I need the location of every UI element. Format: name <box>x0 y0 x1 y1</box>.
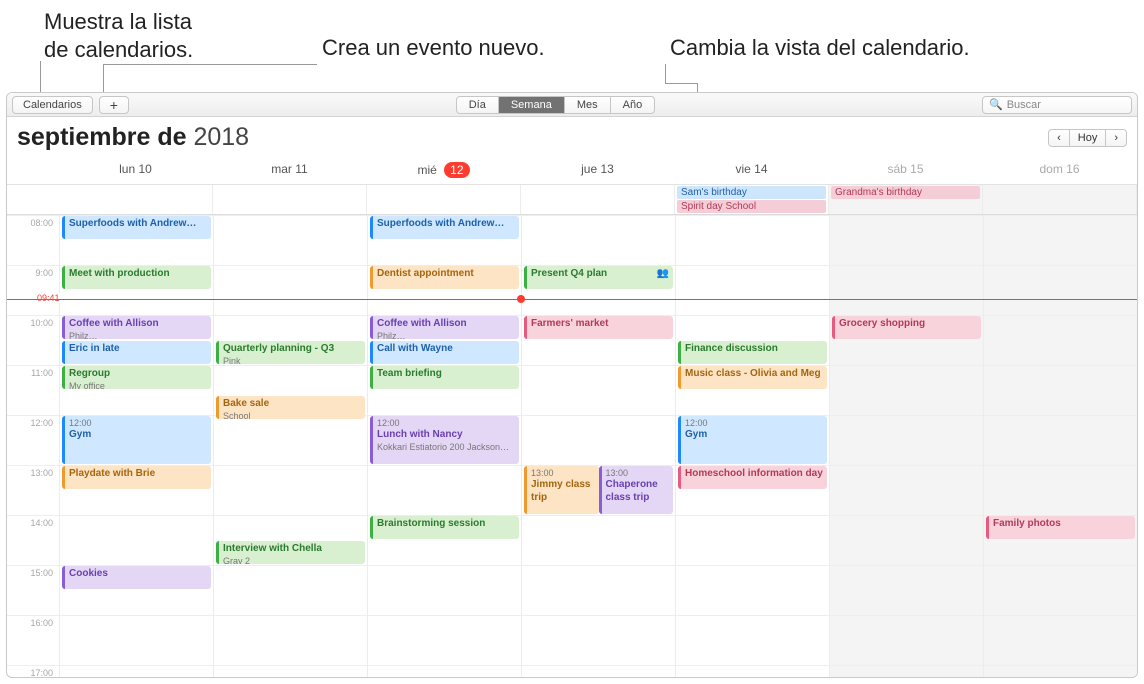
nav-seg: ‹ Hoy › <box>1048 129 1127 147</box>
callout-change-view: Cambia la vista del calendario. <box>670 34 970 62</box>
day-column[interactable]: Superfoods with Andrew… Dentist appointme… <box>367 215 521 677</box>
event[interactable]: Grocery shopping <box>832 316 981 339</box>
day-header: dom 16 <box>983 156 1137 184</box>
hour-label: 08:00 <box>7 215 59 265</box>
day-header: lun 10 <box>59 156 213 184</box>
week-grid[interactable]: 08:009:0010:0011:0012:0013:0014:0015:001… <box>7 215 1137 677</box>
hour-label: 14:00 <box>7 515 59 565</box>
toolbar: Calendarios + Día Semana Mes Año 🔍 Busca… <box>7 93 1137 117</box>
prev-button[interactable]: ‹ <box>1049 130 1070 146</box>
event[interactable]: Superfoods with Andrew… <box>62 216 211 239</box>
event[interactable]: Interview with ChellaGray 2 <box>216 541 365 564</box>
event[interactable]: Present Q4 plan 👥 <box>524 266 673 289</box>
event[interactable]: Playdate with Brie <box>62 466 211 489</box>
today-button[interactable]: Hoy <box>1070 130 1107 146</box>
search-placeholder: Buscar <box>1007 99 1041 111</box>
event[interactable]: Finance discussion <box>678 341 827 364</box>
header-bar: septiembre de 2018 ‹ Hoy › <box>7 117 1137 156</box>
day-header: mié 12 <box>367 156 521 184</box>
day-column[interactable]: Quarterly planning - Q3Pink Bake saleScho… <box>213 215 367 677</box>
view-year-button[interactable]: Año <box>611 97 655 113</box>
event[interactable]: Meet with production <box>62 266 211 289</box>
event[interactable]: Superfoods with Andrew… <box>370 216 519 239</box>
allday-event[interactable]: Spirit day School <box>677 200 826 213</box>
allday-col <box>213 185 367 214</box>
allday-row: Sam's birthdaySpirit day SchoolGrandma's… <box>7 185 1137 215</box>
allday-col <box>59 185 213 214</box>
hour-label: 13:00 <box>7 465 59 515</box>
title-month: septiembre de <box>17 123 187 151</box>
calendars-button[interactable]: Calendarios <box>12 96 93 114</box>
event[interactable]: Coffee with AllisonPhilz… <box>62 316 211 339</box>
event[interactable]: 13:00Jimmy class trip <box>524 466 599 514</box>
day-column[interactable]: Present Q4 plan 👥 Farmers' market 13:00Jim… <box>521 215 675 677</box>
day-column[interactable]: Family photos <box>983 215 1137 677</box>
event[interactable]: Dentist appointment <box>370 266 519 289</box>
event[interactable]: RegroupMy office <box>62 366 211 389</box>
next-button[interactable]: › <box>1106 130 1126 146</box>
hour-label: 12:00 <box>7 415 59 465</box>
add-event-button[interactable]: + <box>99 96 129 114</box>
event[interactable]: Farmers' market <box>524 316 673 339</box>
today-badge: 12 <box>444 162 469 178</box>
hour-label: 10:00 <box>7 315 59 365</box>
allday-col: Sam's birthdaySpirit day School <box>675 185 829 214</box>
view-switcher: Día Semana Mes Año <box>456 96 655 114</box>
event[interactable]: Homeschool information day <box>678 466 827 489</box>
title-year: 2018 <box>193 123 249 151</box>
time-gutter: 08:009:0010:0011:0012:0013:0014:0015:001… <box>7 215 59 677</box>
search-icon: 🔍 <box>989 98 1003 111</box>
event[interactable]: Music class - Olivia and Meg <box>678 366 827 389</box>
hour-label: 17:00 <box>7 665 59 677</box>
allday-col: Grandma's birthday <box>829 185 983 214</box>
callout-show-list: Muestra la lista de calendarios. <box>44 8 193 63</box>
day-column[interactable]: Finance discussionMusic class - Olivia a… <box>675 215 829 677</box>
event[interactable]: Family photos <box>986 516 1135 539</box>
event[interactable]: 13:00Chaperone class trip <box>599 466 674 514</box>
allday-event[interactable]: Grandma's birthday <box>831 186 980 199</box>
event[interactable]: 12:00Lunch with NancyKokkari Estiatorio … <box>370 416 519 464</box>
day-header-row: lun 10mar 11mié 12jue 13vie 14sáb 15dom … <box>7 156 1137 185</box>
callout-line <box>103 64 317 65</box>
view-month-button[interactable]: Mes <box>565 97 611 113</box>
page-title: septiembre de 2018 <box>17 123 249 152</box>
hour-label: 16:00 <box>7 615 59 665</box>
event[interactable]: Bake saleSchool <box>216 396 365 419</box>
callout-line <box>665 83 697 84</box>
gutter <box>7 156 59 184</box>
event[interactable]: 12:00Gym <box>62 416 211 464</box>
view-day-button[interactable]: Día <box>457 97 499 113</box>
event[interactable]: Team briefing <box>370 366 519 389</box>
allday-col <box>521 185 675 214</box>
day-header: jue 13 <box>521 156 675 184</box>
event[interactable]: Quarterly planning - Q3Pink <box>216 341 365 364</box>
hour-label: 9:00 <box>7 265 59 315</box>
event[interactable]: Cookies <box>62 566 211 589</box>
day-header: vie 14 <box>675 156 829 184</box>
event[interactable]: Eric in late <box>62 341 211 364</box>
event[interactable]: Call with Wayne <box>370 341 519 364</box>
day-header: sáb 15 <box>829 156 983 184</box>
event[interactable]: Brainstorming session <box>370 516 519 539</box>
allday-event[interactable]: Sam's birthday <box>677 186 826 199</box>
calendar-window: Calendarios + Día Semana Mes Año 🔍 Busca… <box>6 92 1138 678</box>
day-column[interactable]: Grocery shopping <box>829 215 983 677</box>
view-week-button[interactable]: Semana <box>499 97 565 113</box>
day-header: mar 11 <box>213 156 367 184</box>
day-column[interactable]: Superfoods with Andrew… Meet with product… <box>59 215 213 677</box>
event[interactable]: 12:00Gym <box>678 416 827 464</box>
hour-label: 15:00 <box>7 565 59 615</box>
allday-col <box>983 185 1137 214</box>
event[interactable]: Coffee with AllisonPhilz… <box>370 316 519 339</box>
callout-line <box>665 64 666 83</box>
callout-new-event: Crea un evento nuevo. <box>322 34 545 62</box>
allday-col <box>367 185 521 214</box>
now-label: 09:41 <box>35 293 62 303</box>
now-indicator <box>7 299 1137 300</box>
search-field[interactable]: 🔍 Buscar <box>982 96 1132 114</box>
hour-label: 11:00 <box>7 365 59 415</box>
